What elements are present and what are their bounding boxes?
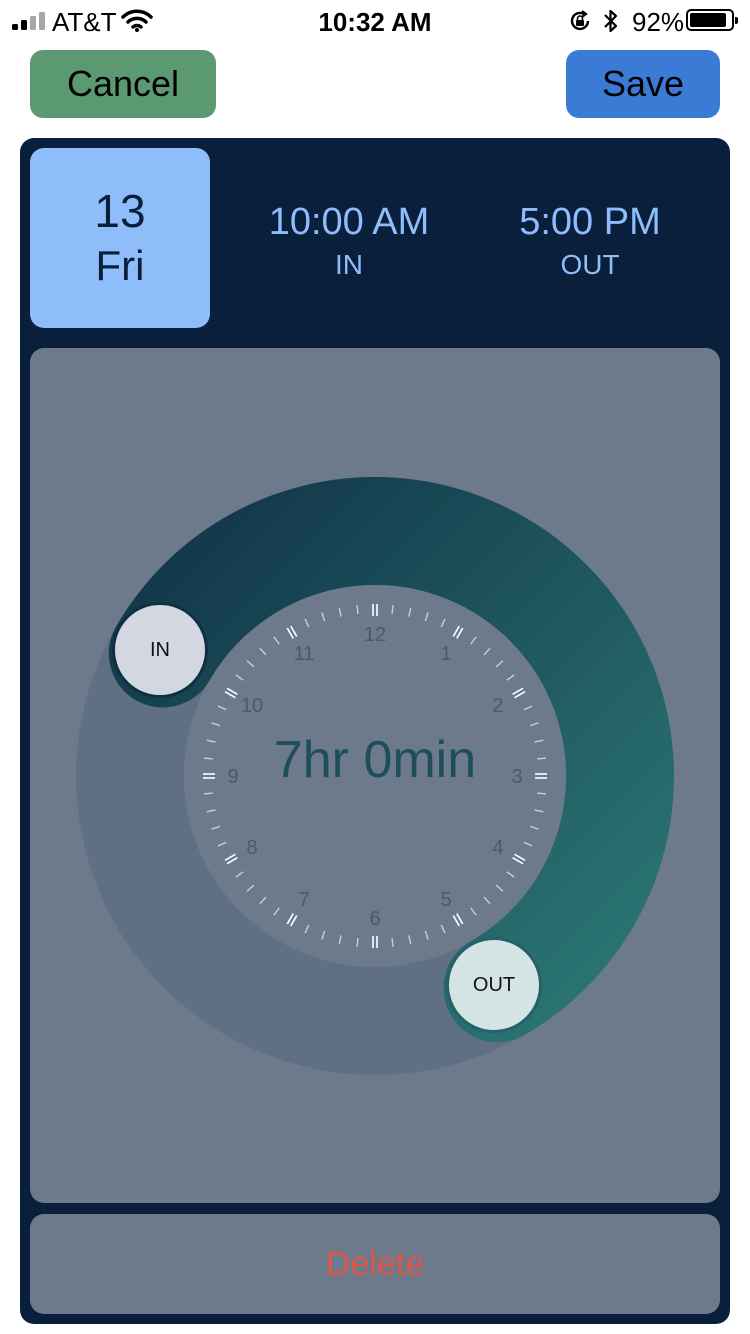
minor-tick <box>391 938 394 948</box>
minor-tick <box>356 938 359 948</box>
battery-percent: 92% <box>632 7 685 37</box>
date-card[interactable]: 13 Fri <box>30 148 210 328</box>
date-day: Fri <box>95 242 145 289</box>
hour-label: 12 <box>364 624 386 646</box>
hour-label: 8 <box>246 837 257 859</box>
minor-tick <box>537 792 547 795</box>
battery-icon <box>686 9 738 31</box>
status-bar: AT&T 10:32 AM 92% <box>0 0 750 42</box>
time-dial-card: 12 1 2 3 4 5 6 7 8 9 10 11 7hr 0min IN OUT <box>30 348 720 1203</box>
duration-text: 7hr 0min <box>273 731 477 789</box>
entry-panel: 13 Fri 10:00 AM IN 5:00 PM OUT 12 1 2 3 4 5 6 7… <box>20 138 730 1324</box>
in-label: IN <box>335 249 363 280</box>
out-handle[interactable]: OUT <box>446 937 542 1033</box>
out-handle-label: OUT <box>472 973 516 996</box>
in-time: 10:00 AM <box>268 201 430 243</box>
bluetooth-icon <box>604 9 618 33</box>
in-time-block[interactable]: 10:00 AM IN <box>229 200 469 282</box>
orientation-lock-icon <box>570 10 590 31</box>
hour-label: 4 <box>492 837 503 859</box>
out-time: 5:00 PM <box>519 201 661 243</box>
date-number: 13 <box>94 185 146 237</box>
hour-label: 6 <box>369 908 380 930</box>
minor-tick <box>391 604 394 614</box>
save-button[interactable]: Save <box>566 50 720 118</box>
delete-button[interactable]: Delete <box>30 1214 720 1314</box>
minor-tick <box>203 792 213 795</box>
hour-label: 10 <box>241 695 263 717</box>
out-time-block[interactable]: 5:00 PM OUT <box>470 200 710 282</box>
minor-tick <box>356 604 359 614</box>
cancel-button[interactable]: Cancel <box>30 50 216 118</box>
in-handle-label: IN <box>150 638 170 661</box>
in-handle[interactable]: IN <box>112 602 208 698</box>
hour-label: 1 <box>440 643 451 665</box>
hour-label: 2 <box>492 695 503 717</box>
hour-label: 5 <box>440 889 451 911</box>
hour-label: 7 <box>298 889 309 911</box>
out-label: OUT <box>560 249 620 280</box>
hour-label: 11 <box>294 643 315 665</box>
